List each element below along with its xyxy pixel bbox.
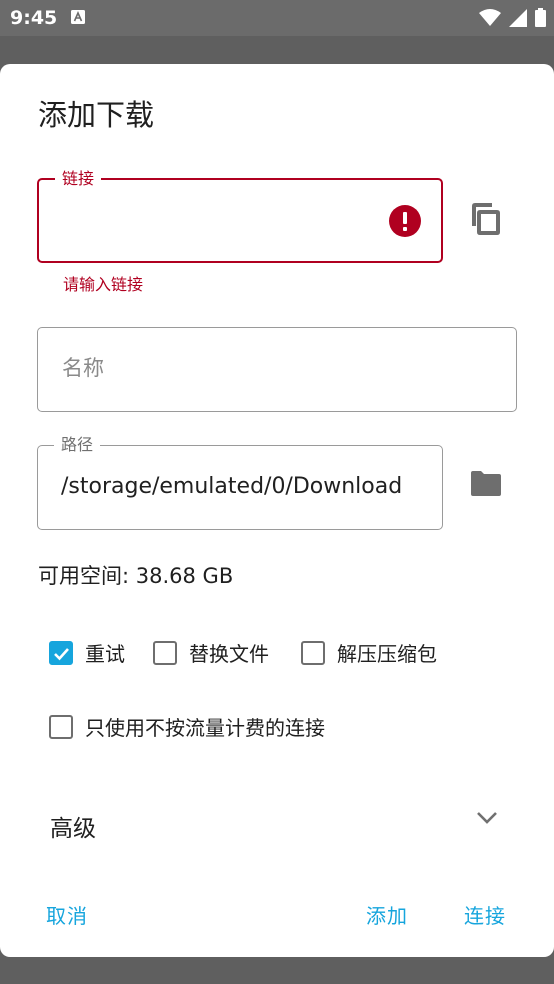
error-icon (389, 205, 421, 237)
name-input[interactable]: 名称 (37, 327, 517, 412)
available-space-text: 可用空间: 38.68 GB (38, 564, 234, 588)
replace-file-checkbox-box[interactable] (153, 640, 177, 665)
path-input-value: /storage/emulated/0/Download (61, 474, 403, 499)
chevron-down-icon (477, 812, 497, 824)
notification-a-icon (71, 10, 85, 24)
replace-file-checkbox[interactable]: 替换文件 (153, 638, 269, 667)
add-button[interactable]: 添加 (366, 900, 408, 929)
unmetered-only-checkbox-box[interactable] (49, 714, 73, 739)
retry-checkbox[interactable]: 重试 (49, 638, 125, 667)
unmetered-only-label: 只使用不按流量计费的连接 (85, 716, 325, 740)
connect-button[interactable]: 连接 (464, 900, 506, 929)
add-download-dialog: 添加下载 链接 请输入链接 名称 路径 /storage/emulated/0/… (0, 64, 554, 957)
link-input[interactable]: 链接 (37, 169, 443, 263)
name-input-placeholder: 名称 (62, 356, 104, 380)
retry-label: 重试 (85, 642, 125, 666)
path-input-label: 路径 (54, 435, 101, 455)
check-icon (54, 647, 69, 660)
folder-icon[interactable] (468, 466, 504, 502)
retry-checkbox-box[interactable] (49, 640, 73, 665)
status-bar: 9:45 (0, 0, 554, 36)
dialog-title: 添加下载 (38, 98, 155, 132)
link-error-text: 请输入链接 (63, 275, 144, 294)
replace-file-label: 替换文件 (189, 642, 269, 666)
cellular-icon (509, 8, 527, 27)
unzip-checkbox-box[interactable] (301, 640, 325, 665)
unzip-checkbox[interactable]: 解压压缩包 (301, 638, 437, 667)
advanced-section-toggle[interactable]: 高级 (0, 789, 554, 859)
battery-icon (535, 8, 546, 27)
unzip-label: 解压压缩包 (337, 642, 437, 666)
link-input-label: 链接 (55, 169, 102, 189)
advanced-label: 高级 (50, 816, 96, 842)
copy-icon[interactable] (468, 200, 504, 236)
unmetered-only-checkbox[interactable]: 只使用不按流量计费的连接 (49, 712, 325, 741)
navigation-bar (0, 957, 554, 984)
path-input[interactable]: 路径 /storage/emulated/0/Download (37, 435, 443, 530)
status-time: 9:45 (10, 7, 58, 29)
cancel-button[interactable]: 取消 (46, 900, 88, 929)
status-icons (479, 8, 546, 27)
wifi-icon (479, 8, 501, 26)
